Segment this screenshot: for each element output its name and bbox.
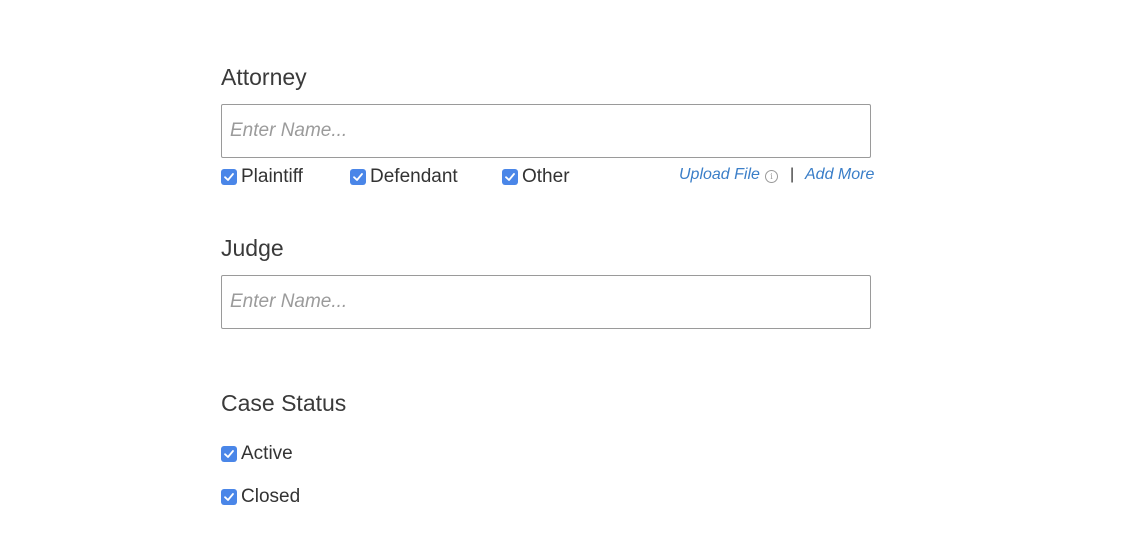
active-label: Active — [241, 443, 293, 464]
checkbox-checked-icon[interactable] — [221, 489, 237, 505]
upload-file-link[interactable]: Upload File — [679, 166, 760, 184]
plaintiff-label: Plaintiff — [241, 166, 303, 187]
defendant-label: Defendant — [370, 166, 458, 187]
attorney-name-input[interactable] — [221, 104, 871, 158]
other-checkbox[interactable]: Other — [502, 166, 570, 188]
checkbox-checked-icon[interactable] — [221, 446, 237, 462]
other-label: Other — [522, 166, 570, 187]
case-status-label: Case Status — [221, 390, 347, 416]
closed-label: Closed — [241, 486, 301, 507]
attorney-label: Attorney — [221, 64, 307, 90]
defendant-checkbox[interactable]: Defendant — [350, 166, 458, 188]
judge-label: Judge — [221, 235, 284, 261]
judge-name-input[interactable] — [221, 275, 871, 329]
info-circle-icon[interactable]: i — [765, 170, 778, 183]
link-separator: | — [790, 166, 795, 183]
plaintiff-checkbox[interactable]: Plaintiff — [221, 166, 303, 188]
closed-checkbox[interactable]: Closed — [221, 486, 300, 508]
add-more-link[interactable]: Add More — [805, 166, 874, 184]
checkbox-checked-icon[interactable] — [221, 169, 237, 185]
active-checkbox[interactable]: Active — [221, 443, 293, 465]
checkbox-checked-icon[interactable] — [350, 169, 366, 185]
checkbox-checked-icon[interactable] — [502, 169, 518, 185]
